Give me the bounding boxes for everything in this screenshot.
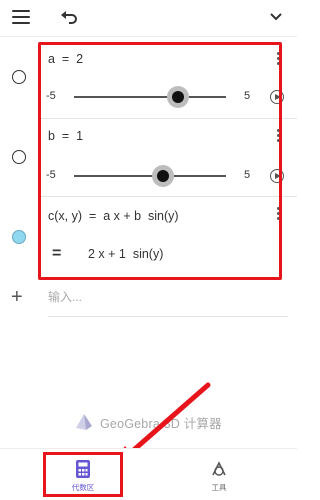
slider-b-max: 5 [244, 169, 251, 181]
slider-b-thumb[interactable] [157, 170, 169, 182]
more-options-icon[interactable] [277, 129, 281, 144]
algebra-row-function-c[interactable]: c(x, y) = a x + b sin(y) = 2 x + 1 sin(y… [40, 197, 297, 277]
slider-b-track[interactable] [74, 175, 226, 177]
add-icon[interactable]: + [11, 287, 23, 307]
play-icon[interactable] [270, 90, 284, 104]
bottom-tab-bar: 代数区 工具 [0, 448, 297, 500]
tools-icon [212, 461, 226, 476]
slider-a-max: 5 [244, 90, 251, 102]
slider-a-min: -5 [46, 90, 56, 102]
play-icon[interactable] [270, 169, 284, 183]
expression-b[interactable]: b = 1 [48, 129, 83, 143]
tab-tools-label: 工具 [211, 483, 227, 492]
algebra-input[interactable] [48, 287, 248, 304]
chevron-down-icon[interactable] [266, 8, 286, 26]
top-toolbar [0, 0, 297, 36]
more-options-icon[interactable] [277, 207, 281, 222]
algebra-input-row[interactable] [48, 287, 288, 317]
slider-a-track[interactable] [74, 96, 226, 98]
equals-sign: = [52, 245, 62, 262]
slider-a-thumb[interactable] [172, 91, 184, 103]
visibility-toggle-c[interactable] [12, 230, 26, 244]
visibility-column [0, 37, 38, 279]
more-options-icon[interactable] [277, 52, 281, 67]
menu-icon[interactable] [12, 8, 32, 26]
calculator-icon [76, 460, 90, 478]
expression-a[interactable]: a = 2 [48, 52, 83, 66]
pyramid-logo-icon [76, 414, 92, 430]
visibility-toggle-a[interactable] [12, 70, 26, 84]
tab-algebra-label: 代数区 [71, 483, 95, 492]
function-output: 2 x + 1 sin(y) [88, 247, 164, 261]
app-brand: GeoGebra 3D 计算器 [74, 412, 222, 432]
tab-algebra[interactable]: 代数区 [38, 449, 128, 500]
algebra-row-slider-b[interactable]: b = 1 -5 5 [40, 119, 297, 195]
undo-icon[interactable] [58, 6, 80, 28]
function-definition[interactable]: c(x, y) = a x + b sin(y) [48, 209, 179, 223]
algebra-row-slider-a[interactable]: a = 2 -5 5 [40, 42, 297, 118]
app-name: GeoGebra 3D 计算器 [100, 416, 222, 431]
visibility-toggle-b[interactable] [12, 150, 26, 164]
tab-tools[interactable]: 工具 [174, 449, 264, 500]
slider-b-min: -5 [46, 169, 56, 181]
toolbar-divider [0, 36, 297, 37]
